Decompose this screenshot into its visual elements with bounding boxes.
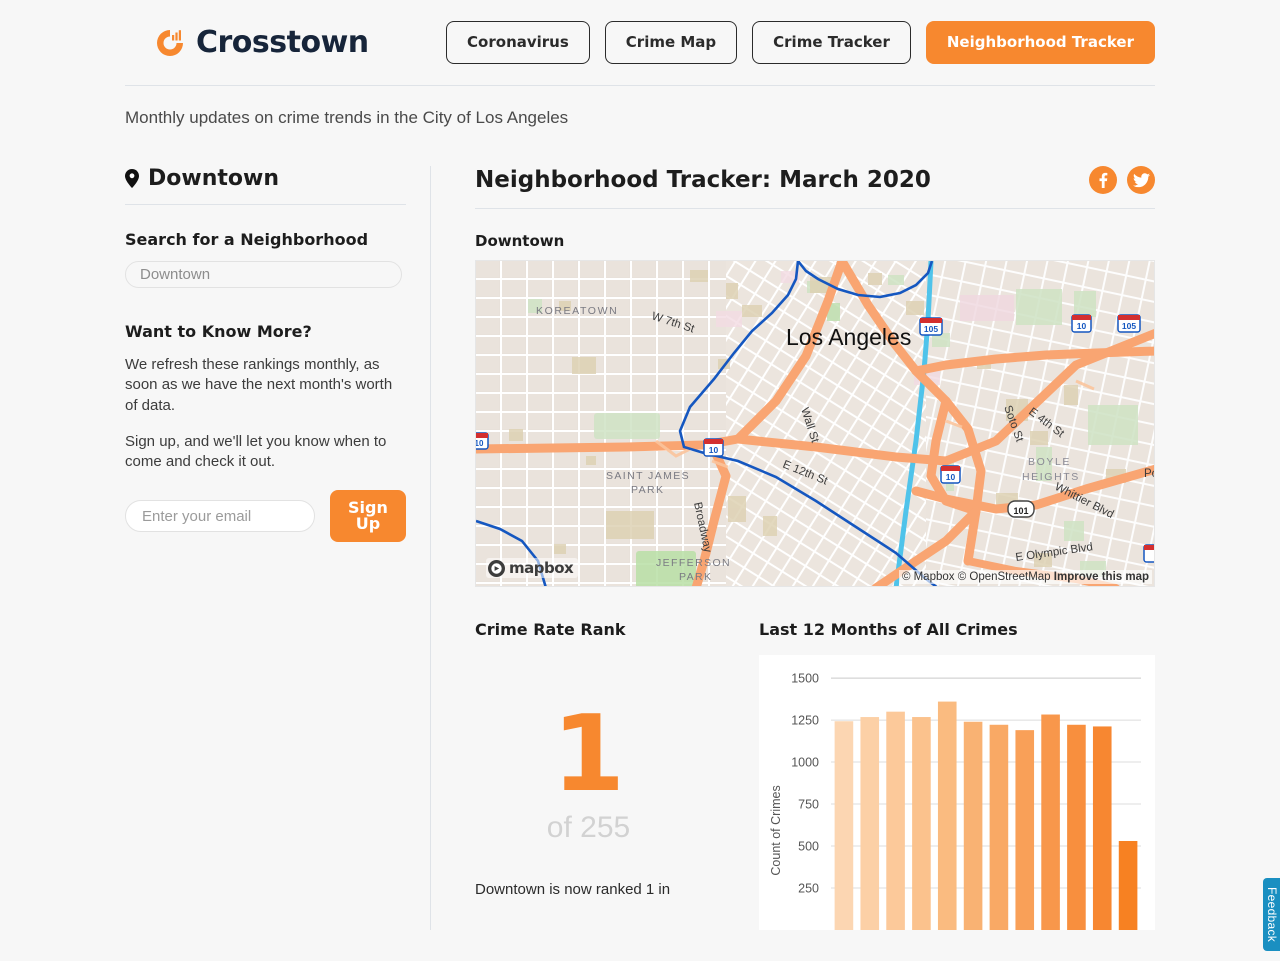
- svg-text:1500: 1500: [791, 672, 819, 686]
- bar[interactable]: [886, 711, 905, 930]
- crime-rate-rank-title: Crime Rate Rank: [475, 620, 626, 639]
- neighborhood-map[interactable]: 10 10 105 10: [475, 260, 1155, 587]
- search-label: Search for a Neighborhood: [125, 230, 369, 249]
- svg-text:SAINT JAMES: SAINT JAMES: [606, 470, 690, 482]
- bar[interactable]: [1118, 840, 1138, 930]
- sidebar: Downtown Search for a Neighborhood Want …: [125, 166, 430, 930]
- brand-name: Crosstown: [196, 25, 369, 60]
- main-layout: Downtown Search for a Neighborhood Want …: [125, 128, 1155, 930]
- bar[interactable]: [1067, 724, 1086, 930]
- svg-text:105: 105: [924, 324, 938, 334]
- know-more-title: Want to Know More?: [125, 322, 312, 341]
- sidebar-location-header: Downtown: [125, 166, 406, 205]
- svg-text:Po: Po: [1144, 468, 1155, 480]
- svg-text:HEIGHTS: HEIGHTS: [1022, 471, 1080, 483]
- svg-text:JEFFERSON: JEFFERSON: [656, 557, 731, 569]
- svg-text:KOREATOWN: KOREATOWN: [536, 305, 618, 317]
- bar-chart-canvas: Count of Crimes 250 500 750 1000 1250 1500: [769, 672, 1141, 930]
- neighborhood-label: Downtown: [475, 232, 565, 250]
- facebook-share-button[interactable]: [1089, 166, 1117, 194]
- bar[interactable]: [834, 721, 854, 930]
- rank-total: of 255: [546, 811, 631, 845]
- stats-sections: Crime Rate Rank 1 of 255 Downtown is now…: [475, 620, 1155, 930]
- rank-block: 1 of 255 Downtown is now ranked 1 in: [475, 639, 702, 900]
- map-attribution: © Mapbox © OpenStreetMap Improve this ma…: [898, 570, 1152, 584]
- svg-text:250: 250: [798, 882, 819, 896]
- rank-description: Downtown is now ranked 1 in: [475, 881, 671, 899]
- mapbox-logo[interactable]: mapbox: [486, 558, 579, 578]
- crimes-chart-section: Last 12 Months of All Crimes Count of Cr…: [759, 620, 1155, 930]
- nav-item-neighborhood-tracker[interactable]: Neighborhood Tracker: [925, 21, 1155, 64]
- know-more-paragraph-2: Sign up, and we'll let you know when to …: [125, 432, 387, 470]
- bar[interactable]: [1092, 726, 1112, 930]
- map-attribution-text: © Mapbox © OpenStreetMap: [901, 571, 1051, 583]
- main-content: Neighborhood Tracker: March 2020 Downtow…: [430, 166, 1155, 930]
- svg-text:1000: 1000: [791, 756, 819, 770]
- email-field[interactable]: [125, 500, 315, 533]
- know-more-paragraph-1: We refresh these rankings monthly, as so…: [125, 356, 393, 414]
- svg-text:105: 105: [1122, 321, 1136, 331]
- svg-text:10: 10: [946, 472, 956, 482]
- rank-value: 1: [551, 693, 626, 815]
- twitter-icon: [1132, 172, 1150, 188]
- svg-text:PARK: PARK: [679, 571, 712, 583]
- bar[interactable]: [912, 717, 931, 930]
- last-12-months-bar-chart[interactable]: Count of Crimes 250 500 750 1000 1250 1500: [759, 655, 1155, 930]
- nav-item-coronavirus[interactable]: Coronavirus: [446, 21, 590, 64]
- svg-text:1250: 1250: [791, 714, 819, 728]
- crime-rate-rank-section: Crime Rate Rank 1 of 255 Downtown is now…: [475, 620, 759, 930]
- site-header: Crosstown Coronavirus Crime Map Crime Tr…: [125, 0, 1155, 86]
- content-header: Neighborhood Tracker: March 2020: [475, 166, 1155, 209]
- svg-text:101: 101: [1013, 506, 1028, 516]
- bar[interactable]: [989, 724, 1009, 930]
- mapbox-mark-icon: [488, 559, 505, 577]
- svg-text:BOYLE: BOYLE: [1028, 456, 1071, 468]
- svg-text:10: 10: [1077, 321, 1087, 331]
- map-pin-icon: [125, 169, 139, 188]
- nav-item-crime-map[interactable]: Crime Map: [604, 21, 738, 64]
- bar[interactable]: [1041, 714, 1060, 930]
- signup-button[interactable]: Sign Up: [330, 490, 406, 543]
- brand-logo[interactable]: Crosstown: [125, 25, 446, 60]
- svg-text:750: 750: [798, 798, 819, 812]
- sidebar-location-title: Downtown: [148, 166, 279, 191]
- bar[interactable]: [860, 717, 880, 930]
- improve-map-link[interactable]: Improve this map: [1054, 571, 1149, 583]
- twitter-share-button[interactable]: [1127, 166, 1155, 194]
- bar[interactable]: [937, 701, 957, 930]
- mapbox-wordmark: mapbox: [509, 559, 574, 577]
- crimes-chart-title: Last 12 Months of All Crimes: [759, 620, 1018, 639]
- page-title: Neighborhood Tracker: March 2020: [475, 167, 931, 193]
- crosstown-donut-bars-logo-icon: [153, 26, 187, 60]
- map-city-label: Los Angeles: [786, 324, 911, 350]
- facebook-icon: [1095, 172, 1111, 188]
- signup-form: Sign Up: [125, 490, 406, 543]
- svg-text:Count of Crimes: Count of Crimes: [769, 785, 783, 875]
- svg-text:10: 10: [709, 445, 719, 455]
- page-subtitle: Monthly updates on crime trends in the C…: [125, 108, 569, 127]
- svg-text:500: 500: [798, 840, 819, 854]
- svg-text:10: 10: [476, 439, 484, 448]
- feedback-tab[interactable]: Feedback: [1263, 878, 1280, 952]
- search-input[interactable]: [125, 261, 402, 288]
- svg-text:PARK: PARK: [631, 484, 664, 496]
- bar[interactable]: [1015, 730, 1035, 930]
- social-share: [1089, 166, 1155, 194]
- nav-item-crime-tracker[interactable]: Crime Tracker: [752, 21, 911, 64]
- primary-nav: Coronavirus Crime Map Crime Tracker Neig…: [446, 21, 1155, 64]
- bar[interactable]: [963, 721, 983, 930]
- map-canvas: 10 10 105 10: [476, 261, 1155, 586]
